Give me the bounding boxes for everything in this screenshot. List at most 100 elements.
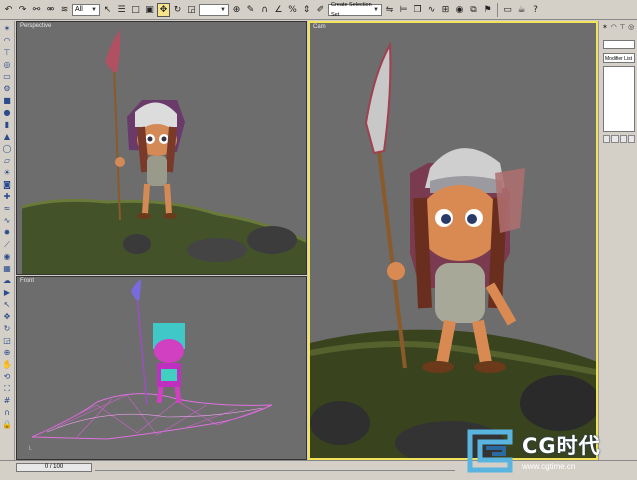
front-wireframe-scene: └ xyxy=(27,279,273,453)
rotate-icon[interactable]: ↻ xyxy=(1,323,13,334)
quick-render-icon[interactable]: ⚑ xyxy=(481,2,494,17)
make-unique-icon[interactable] xyxy=(619,135,627,143)
viewport-label[interactable]: Front xyxy=(20,278,34,284)
edit-named-selection-icon[interactable]: ✐ xyxy=(314,2,327,17)
window-crossing-icon[interactable]: ▣ xyxy=(143,2,156,17)
helper-icon[interactable]: ✚ xyxy=(1,191,13,202)
show-end-result-icon[interactable] xyxy=(611,135,619,143)
selection-filter-value: All xyxy=(75,5,83,13)
motion-tab-icon[interactable]: ◎ xyxy=(627,23,635,32)
select-scale-icon[interactable]: ◲ xyxy=(185,2,198,17)
create-icon[interactable]: ✶ xyxy=(1,23,13,34)
layer-icon[interactable]: ❐ xyxy=(411,2,424,17)
bind-spacewarp-icon[interactable]: ≋ xyxy=(58,2,71,17)
create-tab-icon[interactable]: ✶ xyxy=(601,23,609,32)
pin-stack-icon[interactable] xyxy=(603,135,611,143)
plane-icon[interactable]: ▱ xyxy=(1,155,13,166)
manipulate-icon[interactable]: ✎ xyxy=(244,2,257,17)
modify-icon[interactable]: ◠ xyxy=(1,35,13,46)
camera-icon[interactable]: ◙ xyxy=(1,179,13,190)
chevron-down-icon: ▼ xyxy=(220,6,226,13)
cgtime-watermark: CG时代 www.cgtime.cn xyxy=(462,424,637,480)
spacewarp-icon[interactable]: ≈ xyxy=(1,203,13,214)
percent-snap-icon[interactable]: % xyxy=(286,2,299,17)
rock xyxy=(247,226,297,254)
mirror-icon[interactable]: ⇋ xyxy=(383,2,396,17)
named-selection[interactable]: Create Selection Set ▼ xyxy=(328,2,382,18)
toolbar-divider xyxy=(497,2,498,17)
render-scene-icon[interactable]: ⧉ xyxy=(467,2,480,17)
align-icon[interactable]: ⊨ xyxy=(397,2,410,17)
viewport-camera[interactable]: Cam xyxy=(308,21,598,460)
orbit-icon[interactable]: ⟲ xyxy=(1,371,13,382)
angle-snap-icon[interactable]: ∠ xyxy=(272,2,285,17)
motion-icon[interactable]: ◎ xyxy=(1,59,13,70)
hierarchy-tab-icon[interactable]: ⊤ xyxy=(619,23,627,32)
display-icon[interactable]: ▭ xyxy=(1,71,13,82)
select-icon[interactable]: ↖ xyxy=(1,299,13,310)
undo-icon[interactable]: ↶ xyxy=(2,2,15,17)
selection-filter[interactable]: All ▼ xyxy=(72,3,100,16)
unlink-icon[interactable]: ⚮ xyxy=(44,2,57,17)
track-bar[interactable] xyxy=(95,465,455,471)
scale-icon[interactable]: ◲ xyxy=(1,335,13,346)
pan-icon[interactable]: ✋ xyxy=(1,359,13,370)
material-editor-icon[interactable]: ◉ xyxy=(453,2,466,17)
modifier-stack[interactable] xyxy=(603,66,635,132)
render-icon[interactable]: ▦ xyxy=(1,263,13,274)
3dsmax-window: ↶ ↷ ⚯ ⚮ ≋ All ▼ ↖ ☰ □ ▣ ✥ ↻ ◲ ▼ ⊕ ✎ ∩ ∠ %… xyxy=(0,0,637,480)
viewport-front[interactable]: Front └ xyxy=(16,276,307,460)
select-move-icon[interactable]: ✥ xyxy=(157,2,170,17)
snap-icon[interactable]: ∩ xyxy=(258,2,271,17)
zoom-icon[interactable]: ⊕ xyxy=(1,347,13,358)
spear-shaft xyxy=(113,66,121,221)
snap-icon[interactable]: ∩ xyxy=(1,407,13,418)
remove-modifier-icon[interactable] xyxy=(627,135,635,143)
modify-tab-icon[interactable]: ◠ xyxy=(610,23,618,32)
grid-icon[interactable]: # xyxy=(1,395,13,406)
cylinder-icon[interactable]: ▮ xyxy=(1,119,13,130)
environment-icon[interactable]: ☁ xyxy=(1,275,13,286)
modifier-list[interactable]: Modifier List xyxy=(603,53,635,63)
curve-editor-icon[interactable]: ∿ xyxy=(425,2,438,17)
select-object-icon[interactable]: ↖ xyxy=(101,2,114,17)
spinner-snap-icon[interactable]: ⇕ xyxy=(300,2,313,17)
object-name-field[interactable] xyxy=(603,40,635,49)
video-post-icon[interactable]: ▶ xyxy=(1,287,13,298)
schematic-icon[interactable]: ⊞ xyxy=(439,2,452,17)
render-type-icon[interactable]: ▭ xyxy=(501,2,514,17)
terrain-wireframe xyxy=(31,393,273,440)
help-icon[interactable]: ? xyxy=(529,2,542,17)
spear-wireframe xyxy=(136,296,148,406)
light-icon[interactable]: ☀ xyxy=(1,167,13,178)
redo-icon[interactable]: ↷ xyxy=(16,2,29,17)
chevron-down-icon: ▼ xyxy=(91,6,97,13)
viewport-label[interactable]: Cam xyxy=(313,24,326,30)
viewport-perspective[interactable]: Perspective xyxy=(16,21,307,275)
teapot-icon[interactable]: ☕ xyxy=(515,2,528,17)
torus-icon[interactable]: ◯ xyxy=(1,143,13,154)
box-icon[interactable]: ■ xyxy=(1,95,13,106)
time-slider[interactable]: 0 / 100 xyxy=(16,463,92,472)
pivot-icon[interactable]: ⊕ xyxy=(230,2,243,17)
shape-icon[interactable]: ∿ xyxy=(1,215,13,226)
lock-icon[interactable]: 🔒 xyxy=(1,419,13,430)
select-rotate-icon[interactable]: ↻ xyxy=(171,2,184,17)
reference-coord[interactable]: ▼ xyxy=(199,3,229,16)
link-icon[interactable]: ⚯ xyxy=(30,2,43,17)
particle-icon[interactable]: ✸ xyxy=(1,227,13,238)
stack-buttons xyxy=(603,135,635,143)
hierarchy-icon[interactable]: ⊤ xyxy=(1,47,13,58)
sphere-icon[interactable]: ● xyxy=(1,107,13,118)
bone-icon[interactable]: ⟋ xyxy=(1,239,13,250)
cone-icon[interactable]: ▲ xyxy=(1,131,13,142)
left-toolbar: ✶ ◠ ⊤ ◎ ▭ ⚙ ■ ● ▮ ▲ ◯ ▱ ☀ ◙ ✚ ≈ ∿ ✸ ⟋ ◉ ▦ ☁ ▶ ↖ ✥ ↻ ◲ ⊕ ✋ ⟲ ⛶ # ∩ 🔒 xyxy=(0,21,15,460)
rect-region-icon[interactable]: □ xyxy=(129,2,142,17)
move-icon[interactable]: ✥ xyxy=(1,311,13,322)
rock xyxy=(187,238,247,262)
select-by-name-icon[interactable]: ☰ xyxy=(115,2,128,17)
material-icon[interactable]: ◉ xyxy=(1,251,13,262)
utilities-icon[interactable]: ⚙ xyxy=(1,83,13,94)
maximize-icon[interactable]: ⛶ xyxy=(1,383,13,394)
viewport-label[interactable]: Perspective xyxy=(20,23,51,29)
